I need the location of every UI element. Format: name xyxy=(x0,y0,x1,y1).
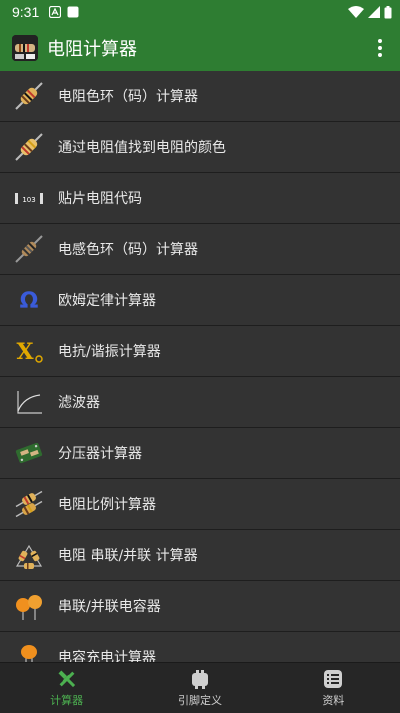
list-item-label: 电抗/谐振计算器 xyxy=(58,344,161,360)
resistor-network-icon xyxy=(14,540,44,570)
list-icon xyxy=(324,670,343,688)
list-item-capacitor-charge[interactable]: 电容充电计算器 xyxy=(0,632,400,662)
reactance-symbol-text: X xyxy=(16,339,34,365)
list-item-label: 电感色环（码）计算器 xyxy=(58,242,198,258)
status-right-icons xyxy=(348,5,392,19)
list-item-label: 欧姆定律计算器 xyxy=(58,293,156,309)
ohm-icon: Ω xyxy=(14,285,44,315)
list-item-resistor-ratio[interactable]: 电阻比例计算器 xyxy=(0,479,400,530)
list-item-inductor-color-code[interactable]: 电感色环（码）计算器 xyxy=(0,224,400,275)
list-item-resistor-color-code[interactable]: 电阻色环（码）计算器 xyxy=(0,71,400,122)
circuit-board-icon xyxy=(14,438,44,468)
filter-curve-icon xyxy=(14,387,44,417)
app-logo-icon xyxy=(12,34,38,61)
list-item-reactance-resonance[interactable]: X 电抗/谐振计算器 xyxy=(0,326,400,377)
battery-icon xyxy=(384,5,392,18)
list-item-label: 通过电阻值找到电阻的颜色 xyxy=(58,140,226,156)
resistor-pair-icon xyxy=(14,489,44,519)
tab-calculator[interactable]: 计算器 xyxy=(0,663,133,713)
tab-pinout[interactable]: 引脚定义 xyxy=(133,663,266,713)
inductor-icon xyxy=(14,234,44,264)
list-item-label: 电容充电计算器 xyxy=(58,650,156,662)
list-item-label: 贴片电阻代码 xyxy=(58,191,142,207)
list-item-label: 电阻色环（码）计算器 xyxy=(58,89,198,105)
calculator-tools-icon xyxy=(58,670,75,688)
list-item-ohms-law[interactable]: Ω 欧姆定律计算器 xyxy=(0,275,400,326)
list-item-label: 电阻比例计算器 xyxy=(58,497,156,513)
list-item-capacitor-series-parallel[interactable]: 串联/并联电容器 xyxy=(0,581,400,632)
status-bar: 9:31 xyxy=(0,0,400,24)
capacitor-pair-icon xyxy=(14,591,44,621)
smd-resistor-icon: 103 xyxy=(14,183,44,213)
ohm-symbol-text: Ω xyxy=(20,289,39,314)
list-item-label: 滤波器 xyxy=(58,395,100,411)
wifi-icon xyxy=(348,6,364,18)
calculator-list: 电阻色环（码）计算器 通过电阻值找到电阻的颜色 103 贴片电阻代码 电感色环（… xyxy=(0,71,400,662)
smd-code-text: 103 xyxy=(22,196,35,204)
list-item-smd-resistor-code[interactable]: 103 贴片电阻代码 xyxy=(0,173,400,224)
reactance-icon: X xyxy=(14,336,44,366)
tab-label: 引脚定义 xyxy=(177,694,222,707)
more-vert-icon[interactable] xyxy=(370,33,390,63)
list-item-label: 串联/并联电容器 xyxy=(58,599,161,615)
list-item-label: 分压器计算器 xyxy=(58,446,142,462)
list-item-label: 电阻 串联/并联 计算器 xyxy=(58,548,198,564)
notification-square-icon xyxy=(67,6,79,18)
connector-icon xyxy=(191,670,208,689)
tab-label: 计算器 xyxy=(50,694,84,707)
resistor-icon xyxy=(14,132,44,162)
app-title: 电阻计算器 xyxy=(47,38,137,60)
tab-label: 资料 xyxy=(322,694,345,707)
notification-a-icon xyxy=(49,6,62,18)
status-time: 9:31 xyxy=(12,4,40,20)
list-item-resistor-series-parallel[interactable]: 电阻 串联/并联 计算器 xyxy=(0,530,400,581)
list-item-find-resistor-color[interactable]: 通过电阻值找到电阻的颜色 xyxy=(0,122,400,173)
list-item-filter[interactable]: 滤波器 xyxy=(0,377,400,428)
list-item-voltage-divider[interactable]: 分压器计算器 xyxy=(0,428,400,479)
bottom-navigation: 计算器 引脚定义 资料 xyxy=(0,662,400,713)
app-bar: 电阻计算器 xyxy=(0,24,400,71)
status-left-icons xyxy=(49,6,79,18)
tab-info[interactable]: 资料 xyxy=(267,663,400,713)
capacitor-icon xyxy=(14,642,44,662)
signal-icon xyxy=(368,6,380,18)
resistor-icon xyxy=(14,81,44,111)
